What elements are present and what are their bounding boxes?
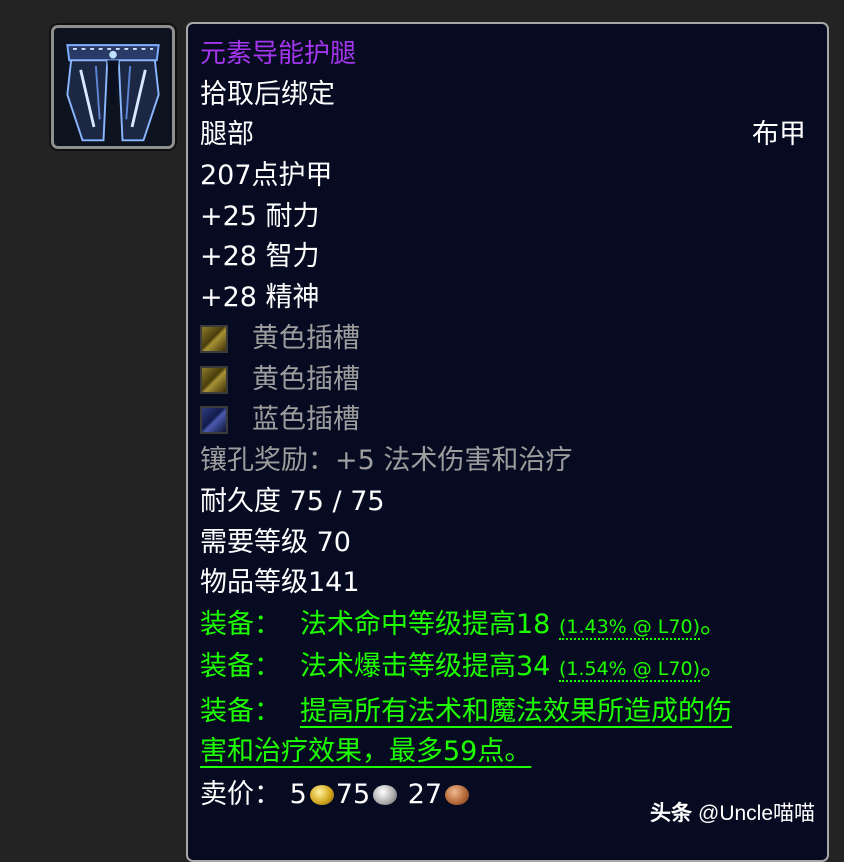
cloth-leggings-icon[interactable] bbox=[51, 25, 175, 149]
slot-text: 腿部 bbox=[200, 119, 254, 150]
blue-socket-icon bbox=[200, 406, 228, 434]
spell-power-link-line2[interactable]: 害和治疗效果，最多59点。 bbox=[200, 732, 531, 772]
sell-price-label: 卖价： bbox=[200, 779, 281, 810]
watermark: 头条 @Uncle喵喵 bbox=[650, 796, 815, 832]
silver-coin-icon bbox=[373, 785, 398, 805]
copper-coin-icon bbox=[445, 785, 470, 805]
sell-price: 卖价： 5 75 27 bbox=[200, 775, 471, 815]
binding-text: 拾取后绑定 bbox=[200, 79, 335, 110]
silver-amount: 75 bbox=[335, 779, 371, 810]
yellow-socket-icon bbox=[200, 366, 228, 394]
watermark-handle: @Uncle喵喵 bbox=[698, 802, 816, 825]
item-level: 物品等级141 bbox=[200, 567, 360, 598]
item-name: 元素导能护腿 bbox=[200, 39, 357, 69]
stat-stamina: +25 耐力 bbox=[200, 201, 320, 232]
equip-text: 法术爆击等级提高34 bbox=[300, 651, 551, 682]
equip-suffix: 。 bbox=[699, 651, 727, 682]
gold-amount: 5 bbox=[289, 779, 307, 810]
gold-coin-icon bbox=[309, 785, 334, 805]
watermark-brand: 头条 bbox=[650, 802, 692, 825]
crit-percent-link[interactable]: (1.54% @ L70) bbox=[558, 658, 700, 682]
socket-label-1: 黄色插槽 bbox=[252, 323, 360, 354]
equip-prefix: 装备： bbox=[200, 609, 281, 640]
copper-amount: 27 bbox=[407, 779, 443, 810]
equip-prefix: 装备： bbox=[200, 651, 281, 682]
yellow-socket-icon bbox=[200, 325, 228, 353]
stat-spirit: +28 精神 bbox=[200, 282, 320, 313]
armor-type-text: 布甲 bbox=[752, 119, 806, 150]
socket-bonus: 镶孔奖励：+5 法术伤害和治疗 bbox=[200, 445, 573, 476]
armor-value: 207点护甲 bbox=[200, 160, 333, 191]
equip-effect-spell-power: 装备： 提高所有法术和魔法效果所造成的伤 bbox=[200, 692, 732, 732]
equip-text: 法术命中等级提高18 bbox=[300, 609, 551, 640]
durability-text: 耐久度 75 / 75 bbox=[200, 486, 385, 517]
equip-effect-hit: 装备： 法术命中等级提高18 (1.43% @ L70)。 bbox=[200, 605, 727, 645]
equip-effect-crit: 装备： 法术爆击等级提高34 (1.54% @ L70)。 bbox=[200, 647, 727, 687]
socket-label-2: 黄色插槽 bbox=[252, 364, 360, 395]
hit-percent-link[interactable]: (1.43% @ L70) bbox=[558, 616, 700, 640]
socket-label-3: 蓝色插槽 bbox=[252, 404, 360, 435]
equip-suffix: 。 bbox=[699, 609, 727, 640]
required-level: 需要等级 70 bbox=[200, 527, 351, 558]
spell-power-link-line1[interactable]: 提高所有法术和魔法效果所造成的伤 bbox=[300, 692, 732, 732]
stat-intellect: +28 智力 bbox=[200, 241, 320, 272]
equip-prefix: 装备： bbox=[200, 696, 281, 727]
